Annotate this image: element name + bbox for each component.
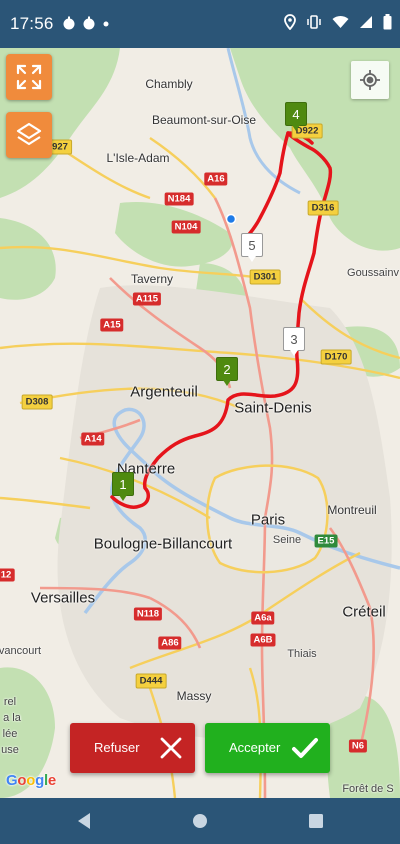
- place-label: Créteil: [342, 603, 386, 621]
- layers-icon: [16, 122, 42, 146]
- place-label: Versailles: [30, 589, 96, 607]
- marker-number: 5: [241, 233, 263, 257]
- place-label: vancourt: [0, 645, 42, 657]
- place-label: Forêt de S: [342, 783, 394, 795]
- marker-number: 4: [285, 102, 307, 126]
- place-label: L'Isle-Adam: [106, 151, 170, 165]
- google-logo: Google: [6, 772, 56, 789]
- road-shield: D444: [135, 673, 167, 689]
- place-label: Paris: [250, 511, 286, 529]
- road-shield: N6: [348, 739, 368, 753]
- refuse-label: Refuser: [94, 740, 140, 755]
- my-location-button[interactable]: [351, 61, 389, 99]
- place-label: Chambly: [145, 77, 193, 91]
- place-label: Boulogne-Billancourt: [93, 535, 233, 553]
- fullscreen-button[interactable]: [6, 54, 52, 100]
- back-icon[interactable]: [76, 812, 92, 830]
- refuse-button[interactable]: Refuser: [70, 723, 195, 773]
- notification-icons: [62, 16, 110, 30]
- road-shield: A15: [100, 318, 124, 332]
- road-shield: D308: [21, 394, 53, 410]
- place-label: Thiais: [287, 648, 317, 660]
- road-shield: A6a: [251, 611, 275, 625]
- checkmark-icon: [292, 738, 318, 758]
- place-label: use: [1, 744, 19, 756]
- place-label: Seine: [272, 534, 302, 546]
- place-label: Massy: [176, 689, 212, 703]
- app-notification-icon: [63, 16, 75, 30]
- route-marker[interactable]: 3: [283, 327, 305, 356]
- road-shield: A16: [204, 172, 228, 186]
- recents-icon[interactable]: [308, 812, 324, 830]
- status-bar: 17:56: [0, 0, 400, 48]
- road-shield: N184: [164, 192, 194, 206]
- signal-icon: [360, 16, 372, 28]
- road-shield: D316: [307, 200, 339, 216]
- road-shield: D170: [320, 349, 352, 365]
- status-time: 17:56: [10, 14, 54, 33]
- marker-number: 2: [216, 357, 238, 381]
- route-marker[interactable]: 5: [241, 233, 263, 262]
- road-shield: N104: [171, 220, 201, 234]
- place-label: Argenteuil: [130, 383, 198, 401]
- vibrate-icon: [307, 15, 321, 29]
- route-marker[interactable]: 2: [216, 357, 238, 386]
- road-shield: A86: [158, 636, 182, 650]
- place-label: Taverny: [130, 272, 174, 286]
- expand-arrows-icon: [16, 64, 42, 90]
- road-shield: D301: [249, 269, 281, 285]
- place-label: Saint-Denis: [234, 399, 312, 417]
- route-marker[interactable]: 1: [112, 472, 134, 501]
- marker-number: 3: [283, 327, 305, 351]
- wifi-icon: [332, 15, 349, 28]
- road-shield: E15: [314, 534, 338, 548]
- map-base-layer: [0, 48, 400, 798]
- road-shield: 12: [0, 568, 15, 582]
- system-icons: [284, 14, 392, 30]
- home-icon[interactable]: [192, 812, 208, 830]
- marker-number: 1: [112, 472, 134, 496]
- place-label: Montreuil: [327, 503, 377, 517]
- place-label: rel: [3, 696, 17, 708]
- place-label: a la: [3, 712, 21, 724]
- road-shield: A115: [132, 292, 162, 306]
- location-icon: [284, 14, 296, 30]
- layers-button[interactable]: [6, 112, 52, 158]
- more-notifications-icon: [103, 21, 109, 27]
- map-view[interactable]: Chambly Beaumont-sur-Oise L'Isle-Adam Ta…: [0, 48, 400, 798]
- place-label: lée: [2, 728, 18, 740]
- road-shield: N118: [133, 607, 163, 621]
- my-location-icon: [360, 70, 380, 90]
- route-marker[interactable]: 4: [285, 102, 307, 131]
- place-label: Beaumont-sur-Oise: [151, 113, 257, 127]
- accept-label: Accepter: [229, 740, 281, 755]
- road-shield: A14: [81, 432, 105, 446]
- road-shield: A6B: [250, 633, 276, 647]
- app-notification-icon-2: [83, 16, 95, 30]
- place-label: Goussainv: [347, 267, 399, 279]
- navigation-bar: [0, 798, 400, 844]
- accept-button[interactable]: Accepter: [205, 723, 330, 773]
- close-icon: [160, 737, 182, 759]
- battery-icon: [383, 14, 392, 30]
